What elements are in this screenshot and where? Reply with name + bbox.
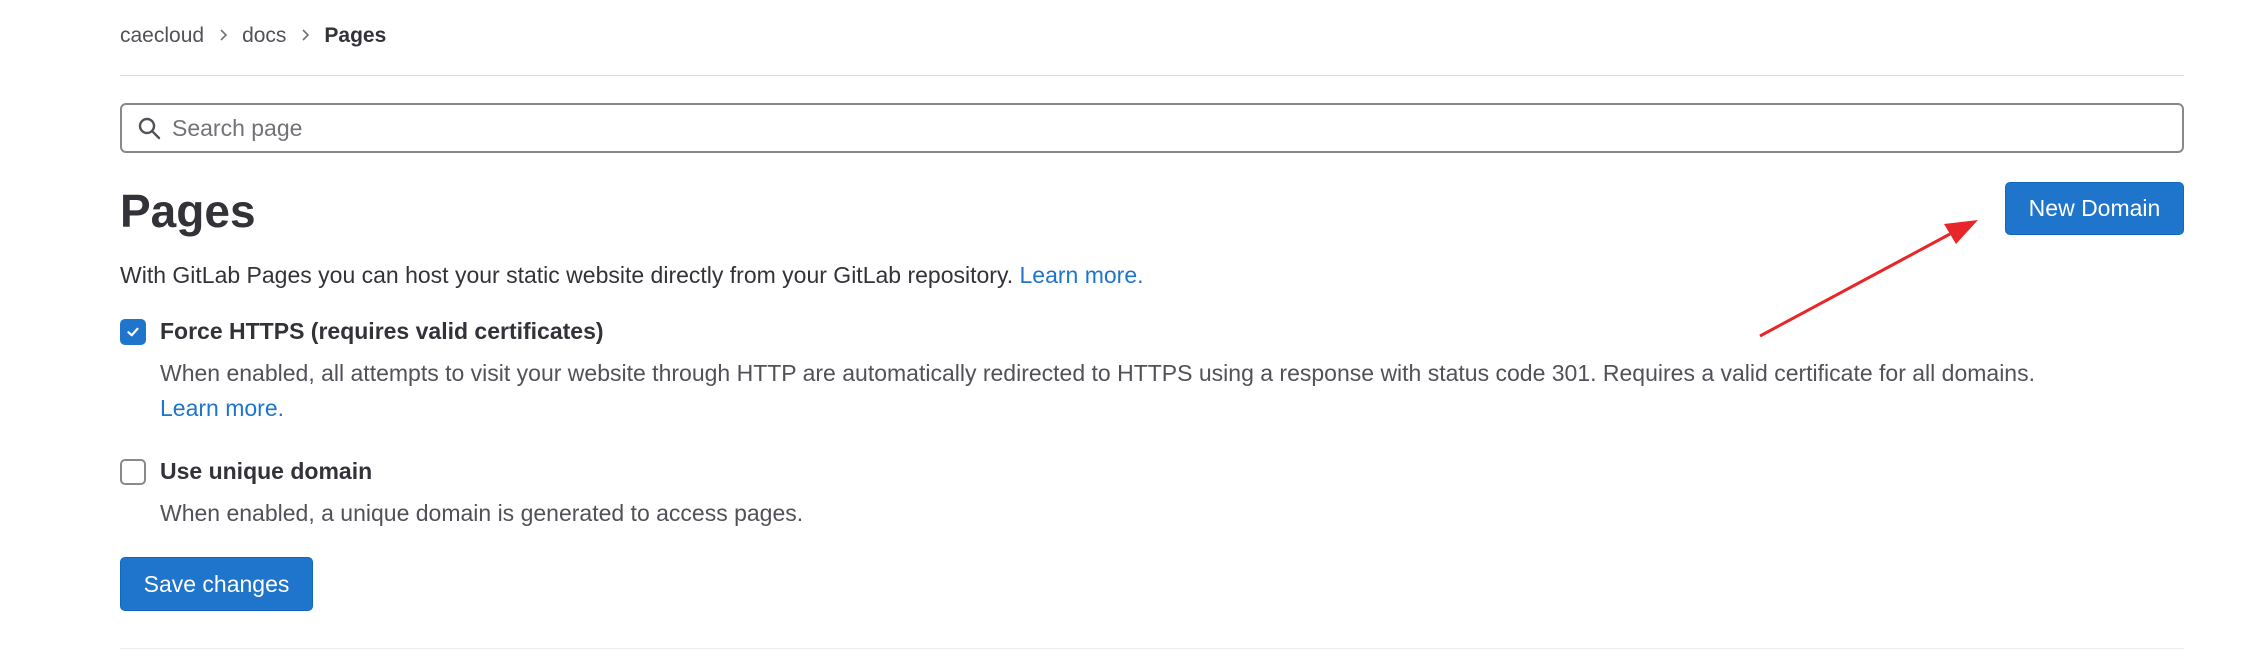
search-icon bbox=[136, 115, 162, 141]
force-https-option[interactable]: Force HTTPS (requires valid certificates… bbox=[120, 318, 604, 345]
search-field[interactable] bbox=[120, 103, 2184, 153]
annotation-arrow-icon bbox=[1759, 220, 1978, 338]
unique-domain-label[interactable]: Use unique domain bbox=[160, 458, 372, 485]
unique-domain-option[interactable]: Use unique domain bbox=[120, 458, 372, 485]
save-changes-button[interactable]: Save changes bbox=[120, 557, 313, 611]
force-https-help: When enabled, all attempts to visit your… bbox=[160, 360, 2035, 386]
pages-settings-page: caecloud docs Pages Pages New Domain bbox=[0, 0, 2261, 656]
search-input[interactable] bbox=[170, 107, 2182, 149]
intro-description: With GitLab Pages you can host your stat… bbox=[120, 260, 1144, 290]
unique-domain-checkbox[interactable] bbox=[120, 458, 146, 485]
check-icon bbox=[127, 327, 139, 336]
intro-text: With GitLab Pages you can host your stat… bbox=[120, 262, 1020, 288]
divider bbox=[120, 75, 2184, 76]
page-title: Pages bbox=[120, 185, 256, 237]
unique-domain-help: When enabled, a unique domain is generat… bbox=[160, 500, 804, 526]
divider bbox=[120, 648, 2184, 649]
chevron-right-icon bbox=[300, 26, 310, 47]
learn-more-link[interactable]: Learn more. bbox=[1020, 262, 1144, 288]
force-https-label[interactable]: Force HTTPS (requires valid certificates… bbox=[160, 318, 604, 345]
new-domain-button[interactable]: New Domain bbox=[2005, 182, 2184, 235]
force-https-learn-more-link[interactable]: Learn more. bbox=[160, 395, 284, 421]
breadcrumb-item-docs[interactable]: docs bbox=[242, 24, 286, 48]
breadcrumb-current[interactable]: Pages bbox=[324, 24, 386, 48]
chevron-right-icon bbox=[218, 26, 228, 47]
force-https-help-link-row: Learn more. bbox=[160, 391, 284, 426]
force-https-checkbox[interactable] bbox=[120, 318, 146, 345]
breadcrumb-item-caecloud[interactable]: caecloud bbox=[120, 24, 204, 48]
breadcrumb: caecloud docs Pages bbox=[120, 22, 386, 50]
